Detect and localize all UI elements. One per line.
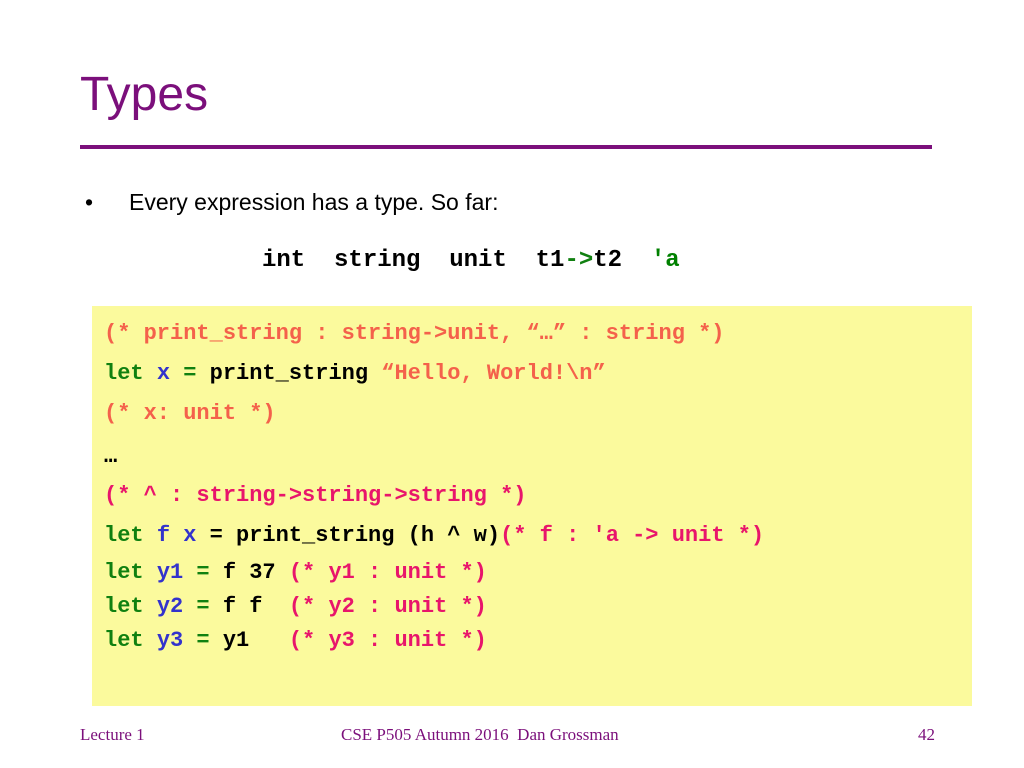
code-token-let-x-3 xyxy=(170,361,183,386)
type-token-3: ′a xyxy=(636,247,680,274)
code-token-let-y2-4: = xyxy=(196,594,210,619)
bullet-item: • Every expression has a type. So far: xyxy=(85,188,498,216)
code-token-let-y3-0: let xyxy=(104,628,144,653)
code-token-let-x-2: x xyxy=(156,361,171,386)
code-token-let-y1-1 xyxy=(144,560,157,585)
code-line-comment-print-string: (* print_string : string->unit, “…” : st… xyxy=(104,314,764,354)
code-token-let-x-6: “Hello, World!\n” xyxy=(381,361,606,386)
code-token-let-f-x-1 xyxy=(144,523,157,548)
code-token-let-f-x-3: = print_string (h ^ w) xyxy=(196,523,501,548)
code-token-let-y1-2: y1 xyxy=(156,560,184,585)
title-divider xyxy=(80,145,932,149)
code-lines: (* print_string : string->unit, “…” : st… xyxy=(104,314,764,658)
code-line-let-x: let x = print_string “Hello, World!\n” xyxy=(104,354,764,394)
code-line-ellipsis: … xyxy=(104,434,764,476)
code-token-let-y3-6: (* y3 : unit *) xyxy=(288,628,487,653)
code-line-let-y1: let y1 = f 37 (* y1 : unit *) xyxy=(104,556,764,590)
code-token-let-y1-3 xyxy=(183,560,196,585)
code-token-let-y3-3 xyxy=(183,628,196,653)
type-signature-line: int string unit t1->t2 ′a xyxy=(262,246,680,276)
code-line-comment-caret: (* ^ : string->string->string *) xyxy=(104,476,764,516)
code-line-comment-x-unit: (* x: unit *) xyxy=(104,394,764,434)
code-token-let-y2-0: let xyxy=(104,594,144,619)
code-token-ellipsis-0: … xyxy=(104,444,118,469)
code-token-let-y3-1 xyxy=(144,628,157,653)
slide-footer: Lecture 1 CSE P505 Autumn 2016 Dan Gross… xyxy=(0,723,1024,751)
bullet-text: Every expression has a type. So far: xyxy=(129,189,499,215)
code-block: (* print_string : string->unit, “…” : st… xyxy=(92,306,972,706)
code-token-let-y3-2: y3 xyxy=(156,628,184,653)
footer-course: CSE P505 Autumn 2016 Dan Grossman xyxy=(341,725,619,744)
code-token-let-y2-2: y2 xyxy=(156,594,184,619)
type-token-0: int string unit t1 xyxy=(262,247,565,274)
code-token-let-y2-3 xyxy=(183,594,196,619)
code-token-let-y1-4: = xyxy=(196,560,210,585)
code-line-let-y2: let y2 = f f (* y2 : unit *) xyxy=(104,590,764,624)
code-token-let-y2-1 xyxy=(144,594,157,619)
code-token-let-x-0: let xyxy=(104,361,144,386)
page-title: Types xyxy=(80,68,209,121)
code-token-let-y1-0: let xyxy=(104,560,144,585)
code-token-comment-print-string-0: (* print_string : string->unit, “…” : st… xyxy=(104,321,725,346)
code-token-let-x-4: = xyxy=(183,361,197,386)
code-token-let-y1-6: (* y1 : unit *) xyxy=(288,560,487,585)
code-token-let-y1-5: f 37 xyxy=(209,560,289,585)
code-token-let-y2-5: f f xyxy=(209,594,289,619)
slide-canvas: Types • Every expression has a type. So … xyxy=(0,0,1024,768)
type-token-1: -> xyxy=(564,247,594,274)
code-token-let-y2-6: (* y2 : unit *) xyxy=(288,594,487,619)
code-token-let-f-x-4: (* f : ′a -> unit *) xyxy=(500,523,765,548)
bullet-marker: • xyxy=(85,189,94,215)
footer-lecture: Lecture 1 xyxy=(80,725,145,744)
code-token-let-y3-4: = xyxy=(196,628,210,653)
code-line-let-f-x: let f x = print_string (h ^ w)(* f : ′a … xyxy=(104,516,764,556)
code-token-let-x-1 xyxy=(144,361,157,386)
code-token-comment-x-unit-0: (* x: unit *) xyxy=(104,401,276,426)
code-token-let-f-x-0: let xyxy=(104,523,144,548)
code-token-let-y3-5: y1 xyxy=(209,628,289,653)
code-token-let-x-5: print_string xyxy=(196,361,382,386)
code-line-let-y3: let y3 = y1 (* y3 : unit *) xyxy=(104,624,764,658)
footer-page-number: 42 xyxy=(918,725,935,744)
code-token-comment-caret-0: (* ^ : string->string->string *) xyxy=(104,483,527,508)
type-token-2: t2 xyxy=(593,247,637,274)
code-token-let-f-x-2: f x xyxy=(156,523,197,548)
